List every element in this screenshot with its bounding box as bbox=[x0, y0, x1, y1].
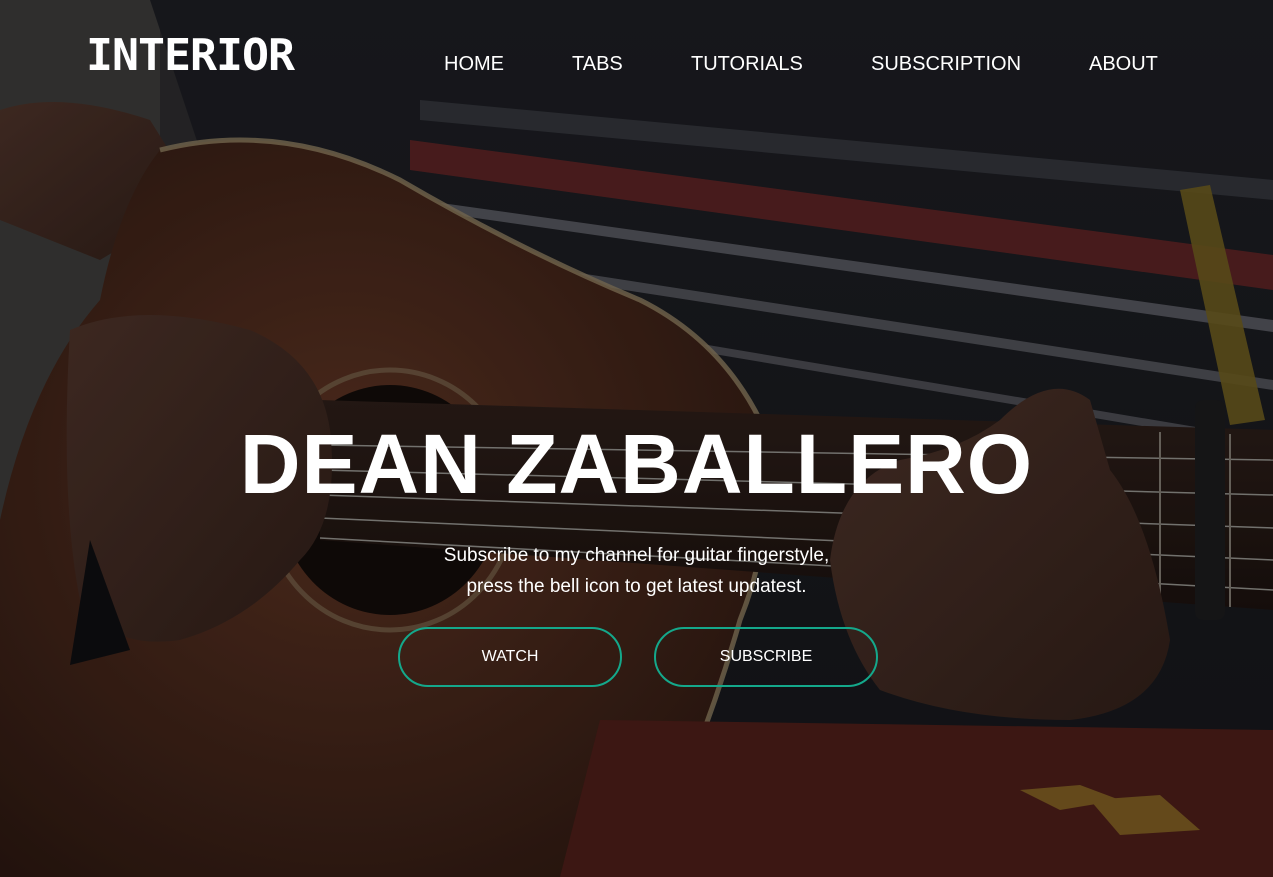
nav-item-tabs[interactable]: TABS bbox=[572, 50, 623, 78]
nav-item-about[interactable]: ABOUT bbox=[1089, 50, 1158, 78]
hero-tagline-line-2: press the bell icon to get latest update… bbox=[466, 576, 807, 597]
hero-section: INTERIOR HOME TABS TUTORIALS SUBSCRIPTIO… bbox=[0, 0, 1273, 877]
nav-item-subscription[interactable]: SUBSCRIPTION bbox=[871, 50, 1021, 78]
hero-tagline-line-1: Subscribe to my channel for guitar finge… bbox=[443, 545, 830, 566]
watch-button[interactable]: WATCH bbox=[398, 627, 622, 687]
hero-tagline: Subscribe to my channel for guitar finge… bbox=[0, 540, 1273, 602]
nav-item-tutorials[interactable]: TUTORIALS bbox=[691, 50, 803, 78]
hero-title: DEAN ZABALLERO bbox=[239, 417, 1034, 511]
subscribe-button[interactable]: SUBSCRIBE bbox=[654, 627, 878, 687]
nav-item-home[interactable]: HOME bbox=[444, 50, 504, 78]
main-nav: HOME TABS TUTORIALS SUBSCRIPTION ABOUT bbox=[0, 50, 1273, 80]
